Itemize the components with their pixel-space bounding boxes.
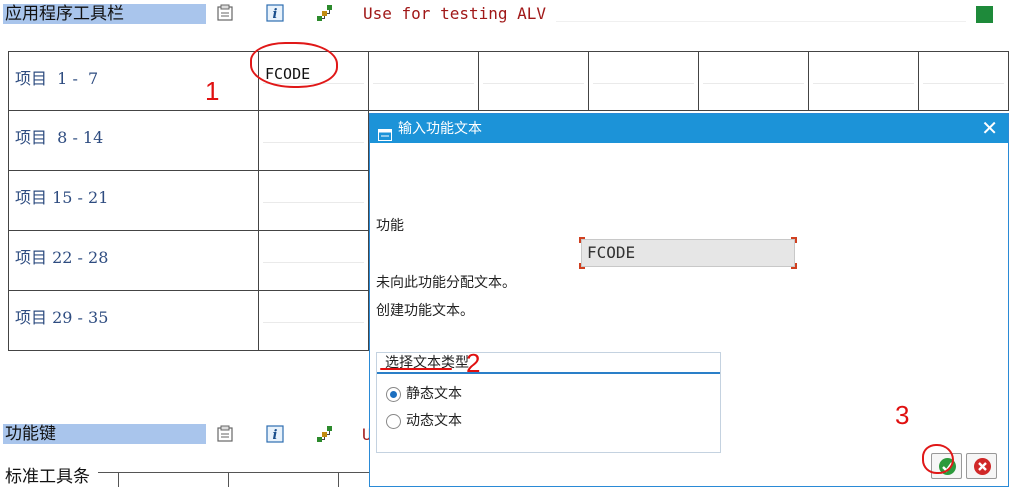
svg-text:i: i xyxy=(273,7,278,22)
row-label-3: 项目 15 - 21 xyxy=(8,171,259,231)
message-not-assigned: 未向此功能分配文本。 xyxy=(376,275,516,291)
divider xyxy=(338,472,339,487)
radio-dynamic-text-label: 动态文本 xyxy=(406,413,462,429)
info-icon[interactable]: i xyxy=(266,425,284,443)
function-code-input[interactable] xyxy=(923,64,1004,84)
annotation-circle-ok xyxy=(922,444,954,474)
svg-text:i: i xyxy=(273,428,278,443)
grid-cell[interactable] xyxy=(369,51,479,111)
radio-button[interactable] xyxy=(386,414,401,429)
annotation-step-3: 3 xyxy=(895,400,910,430)
row-label-5: 项目 29 - 35 xyxy=(8,291,259,351)
annotation-step-2: 2 xyxy=(466,348,481,378)
status-indicator xyxy=(976,6,993,23)
title-field-underline xyxy=(556,4,966,22)
section-label-app-toolbar: 应用程序工具栏 xyxy=(3,4,206,24)
grid-cell[interactable] xyxy=(259,171,369,231)
grid-cell[interactable] xyxy=(809,51,919,111)
function-code-input[interactable] xyxy=(373,64,474,84)
display-icon[interactable] xyxy=(216,4,234,22)
grid-cell[interactable] xyxy=(479,51,589,111)
hierarchy-icon[interactable] xyxy=(316,425,334,443)
display-icon[interactable] xyxy=(216,425,234,443)
row-label-2: 项目 8 - 14 xyxy=(8,111,259,171)
section-label-function-keys: 功能键 xyxy=(3,424,206,444)
function-field[interactable]: FCODE xyxy=(581,239,795,267)
function-code-input[interactable] xyxy=(593,64,694,84)
annotation-underline-static xyxy=(380,368,452,370)
grid-cell[interactable] xyxy=(589,51,699,111)
message-create: 创建功能文本。 xyxy=(376,303,474,319)
focus-corner xyxy=(791,263,797,269)
grid-cell[interactable] xyxy=(259,291,369,351)
function-code-input[interactable] xyxy=(483,64,584,84)
annotation-circle-fcode xyxy=(250,42,338,88)
function-code-input[interactable] xyxy=(263,243,364,263)
divider xyxy=(228,472,229,487)
annotation-step-1: 1 xyxy=(205,76,220,106)
info-icon[interactable]: i xyxy=(266,4,284,22)
function-label: 功能 xyxy=(376,218,404,234)
function-code-input[interactable] xyxy=(263,123,364,143)
divider xyxy=(118,472,119,487)
grid-cell[interactable] xyxy=(919,51,1009,111)
section-label-standard-toolbar: 标准工具条 xyxy=(5,467,90,487)
divider xyxy=(98,472,369,473)
dialog-window-icon xyxy=(378,122,392,141)
hierarchy-icon[interactable] xyxy=(316,4,334,22)
radio-static-text-label: 静态文本 xyxy=(406,386,462,402)
function-code-input[interactable] xyxy=(813,64,914,84)
focus-corner xyxy=(579,237,585,243)
enter-function-text-dialog: 输入功能文本 ✕ 功能 FCODE 未向此功能分配文本。 创建功能文本。 选择文… xyxy=(369,113,1009,487)
cancel-button[interactable] xyxy=(966,453,997,479)
function-code-input[interactable] xyxy=(263,183,364,203)
text-type-group-title: 选择文本类型 xyxy=(377,353,720,374)
close-icon[interactable]: ✕ xyxy=(981,118,998,138)
row-label-1: 项目 1 - 7 xyxy=(8,51,259,111)
dialog-title-bar[interactable]: 输入功能文本 ✕ xyxy=(370,114,1008,143)
grid-cell[interactable] xyxy=(259,231,369,291)
app-toolbar-title[interactable]: Use for testing ALV xyxy=(363,4,546,23)
radio-button[interactable] xyxy=(386,387,401,402)
focus-corner xyxy=(579,263,585,269)
dialog-body: 功能 FCODE 未向此功能分配文本。 创建功能文本。 选择文本类型 静态文本 … xyxy=(370,143,1008,463)
row-label-4: 项目 22 - 28 xyxy=(8,231,259,291)
focus-corner xyxy=(791,237,797,243)
function-code-input[interactable] xyxy=(263,303,364,323)
function-code-input[interactable] xyxy=(703,64,804,84)
grid-cell[interactable] xyxy=(259,111,369,171)
grid-cell[interactable] xyxy=(699,51,809,111)
cancel-icon xyxy=(974,458,991,475)
dialog-title: 输入功能文本 xyxy=(398,120,482,136)
